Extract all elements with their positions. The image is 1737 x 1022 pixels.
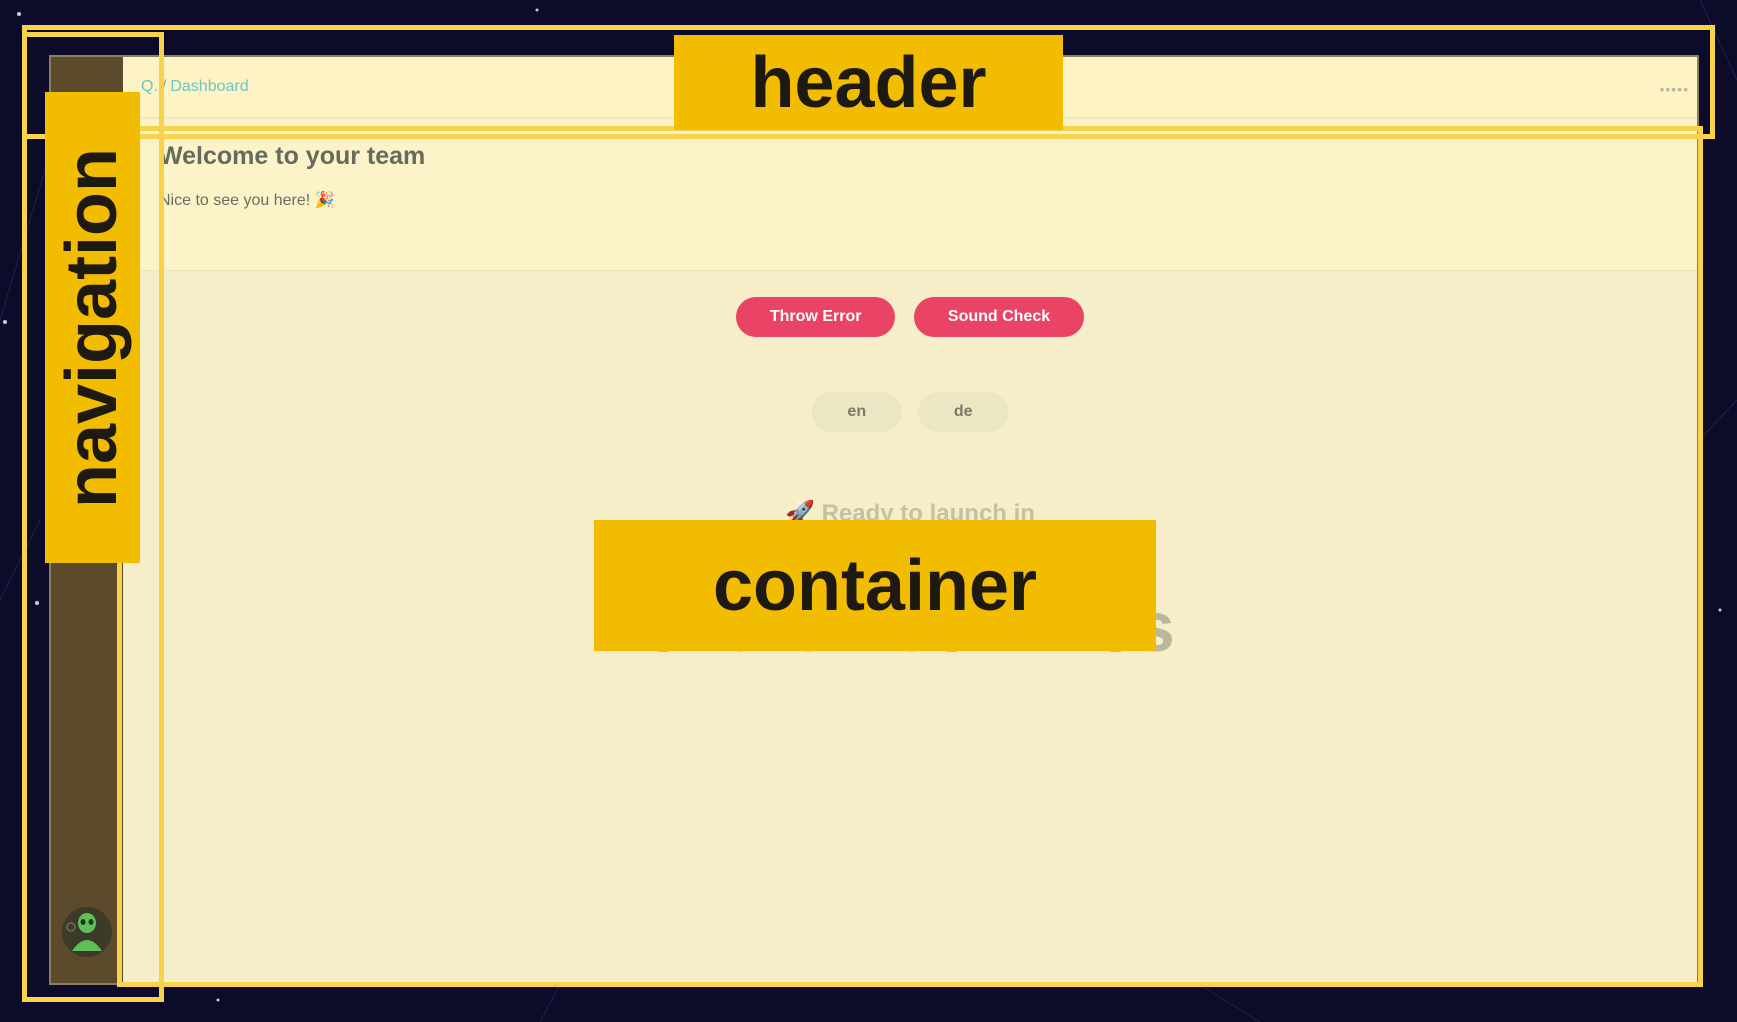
container-annotation-label: container xyxy=(594,520,1156,651)
header-annotation-label: header xyxy=(674,35,1063,130)
navigation-annotation-label: navigation xyxy=(45,92,140,563)
navigation-annotation-text: navigation xyxy=(52,147,133,508)
